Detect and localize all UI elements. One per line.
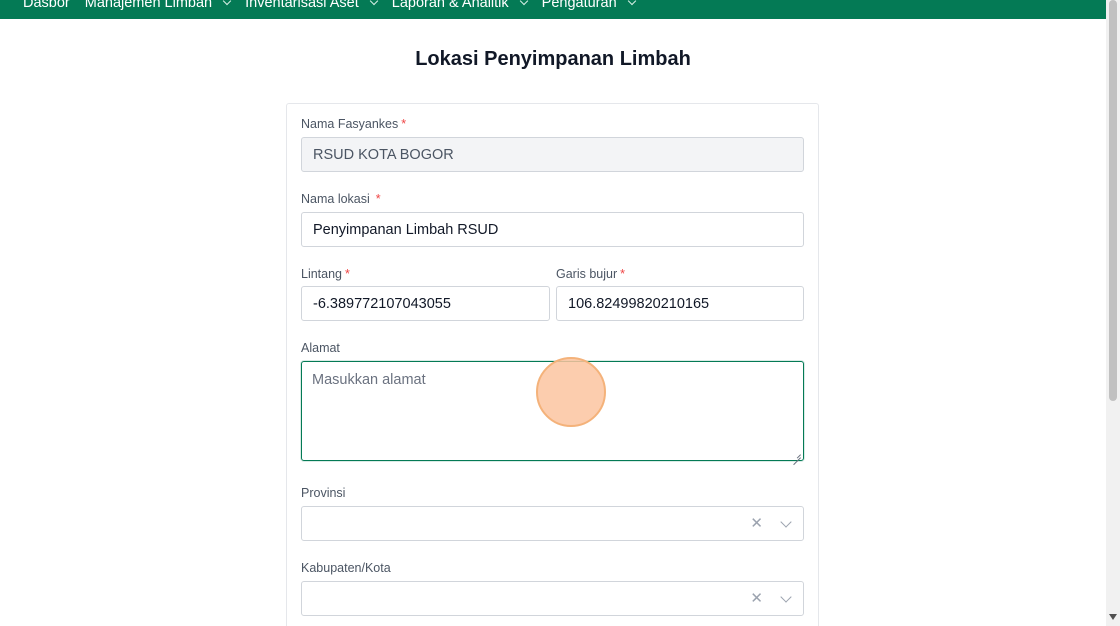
nav-item-settings[interactable]: Pengaturan — [541, 0, 636, 13]
latitude-label: Lintang * — [301, 267, 350, 281]
latitude-input[interactable]: -6.389772107043055 — [301, 286, 550, 321]
nav-item-label: Pengaturan — [541, 0, 617, 11]
facility-label-text: Nama Fasyankes — [301, 117, 399, 131]
nav-item-waste-management[interactable]: Manajemen Limbah — [84, 0, 232, 13]
required-mark: * — [375, 192, 381, 206]
required-mark: * — [401, 117, 407, 131]
province-label: Provinsi — [301, 486, 345, 500]
nav-item-label: Inventarisasi Aset — [245, 0, 359, 11]
location-name-label-text: Nama lokasi — [301, 192, 370, 206]
chevron-down-icon[interactable] — [780, 516, 792, 528]
chevron-down-icon — [627, 0, 636, 6]
address-label: Alamat — [301, 341, 340, 355]
longitude-input[interactable]: 106.82499820210165 — [556, 286, 804, 321]
chevron-down-icon — [519, 0, 528, 6]
location-name-label: Nama lokasi * — [301, 192, 381, 206]
nav-item-label: Laporan & Analitik — [391, 0, 509, 11]
scroll-down-arrow-icon[interactable] — [1109, 614, 1117, 620]
page-scrollbar[interactable] — [1106, 0, 1120, 626]
province-select[interactable]: ✕ — [301, 506, 804, 541]
city-label-text: Kabupaten/Kota — [301, 561, 391, 575]
address-label-text: Alamat — [301, 341, 340, 355]
facility-value: RSUD KOTA BOGOR — [313, 146, 454, 163]
resize-grip-icon[interactable] — [793, 450, 801, 458]
nav-item-asset-inventory[interactable]: Inventarisasi Aset — [245, 0, 379, 13]
latitude-value: -6.389772107043055 — [313, 295, 451, 312]
top-navbar: Dasbor Manajemen Limbah Inventarisasi As… — [0, 0, 1106, 19]
clear-icon[interactable]: ✕ — [750, 590, 763, 608]
longitude-label-text: Garis bujur — [556, 267, 618, 281]
clear-icon[interactable]: ✕ — [750, 515, 763, 533]
facility-label: Nama Fasyankes * — [301, 117, 406, 131]
facility-field: RSUD KOTA BOGOR — [301, 137, 804, 172]
chevron-down-icon — [222, 0, 232, 6]
nav-item-dashboard[interactable]: Dasbor — [23, 0, 70, 13]
city-label: Kabupaten/Kota — [301, 561, 391, 575]
longitude-label: Garis bujur * — [556, 267, 625, 281]
scrollbar-thumb[interactable] — [1109, 0, 1117, 401]
location-name-value: Penyimpanan Limbah RSUD — [313, 221, 499, 238]
city-select[interactable]: ✕ — [301, 581, 804, 616]
required-mark: * — [345, 267, 350, 281]
nav-menu: Dasbor Manajemen Limbah Inventarisasi As… — [23, 0, 650, 13]
nav-item-reports-analytics[interactable]: Laporan & Analitik — [391, 0, 528, 13]
required-mark: * — [620, 267, 626, 281]
location-name-input[interactable]: Penyimpanan Limbah RSUD — [301, 212, 804, 247]
chevron-down-icon — [369, 0, 379, 6]
nav-item-label: Dasbor — [23, 0, 70, 11]
chevron-down-icon[interactable] — [780, 591, 792, 603]
nav-item-label: Manajemen Limbah — [84, 0, 213, 11]
longitude-value: 106.82499820210165 — [568, 295, 710, 312]
latitude-label-text: Lintang — [301, 267, 343, 281]
address-placeholder: Masukkan alamat — [312, 372, 426, 388]
province-label-text: Provinsi — [301, 486, 346, 500]
page-title: Lokasi Penyimpanan Limbah — [415, 48, 691, 70]
click-indicator — [536, 357, 606, 427]
